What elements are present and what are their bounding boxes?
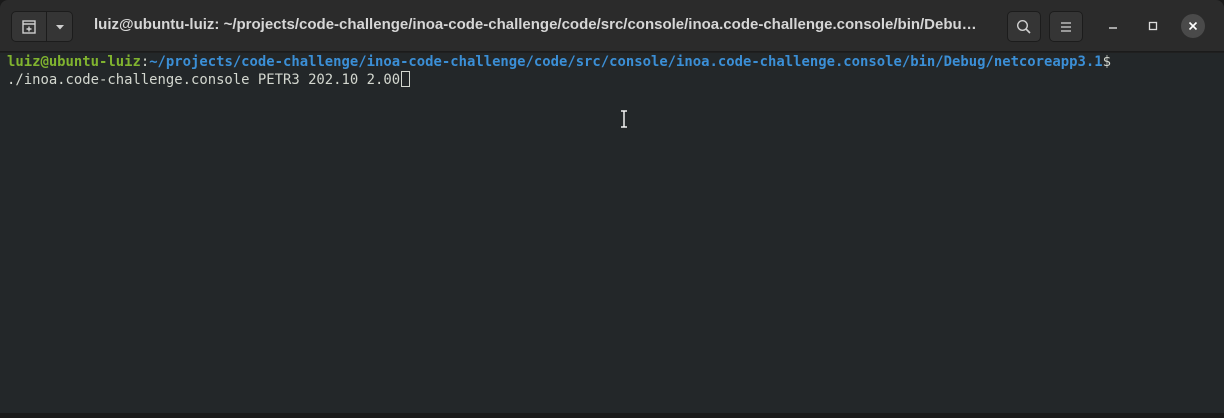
maximize-icon [1148, 21, 1158, 31]
tab-menu-button[interactable] [47, 12, 72, 41]
minimize-button[interactable] [1101, 14, 1125, 38]
prompt-line: luiz@ubuntu-luiz:~/projects/code-challen… [7, 54, 1212, 71]
chevron-down-icon [55, 24, 64, 29]
new-tab-icon [22, 19, 36, 34]
prompt-colon: : [140, 54, 150, 70]
mouse-ibeam-icon [621, 110, 627, 128]
search-icon [1016, 19, 1031, 34]
maximize-button[interactable] [1141, 14, 1165, 38]
window-bottom-border [0, 413, 1224, 418]
close-button[interactable] [1181, 14, 1205, 38]
window-title: luiz@ubuntu-luiz: ~/projects/code-challe… [94, 16, 977, 33]
command-text: ./inoa.code-challenge.console PETR3 202.… [7, 72, 401, 88]
new-tab-button[interactable] [12, 12, 48, 41]
title-bar: luiz@ubuntu-luiz: ~/projects/code-challe… [0, 0, 1224, 52]
prompt-path: ~/projects/code-challenge/inoa-code-chal… [149, 54, 1103, 70]
search-button[interactable] [1007, 11, 1041, 42]
menu-button[interactable] [1049, 11, 1083, 42]
close-icon [1188, 21, 1198, 31]
hamburger-menu-icon [1061, 21, 1071, 32]
minimize-icon [1109, 27, 1117, 29]
prompt-symbol: $ [1102, 54, 1111, 70]
text-cursor [401, 71, 411, 87]
prompt-user: luiz@ubuntu-luiz [7, 54, 141, 70]
scrollbar[interactable] [1219, 53, 1224, 413]
terminal-output[interactable]: luiz@ubuntu-luiz:~/projects/code-challen… [0, 53, 1219, 413]
tab-button-group [11, 11, 73, 42]
command-line: ./inoa.code-challenge.console PETR3 202.… [7, 71, 1212, 89]
terminal-window: luiz@ubuntu-luiz: ~/projects/code-challe… [0, 0, 1224, 418]
